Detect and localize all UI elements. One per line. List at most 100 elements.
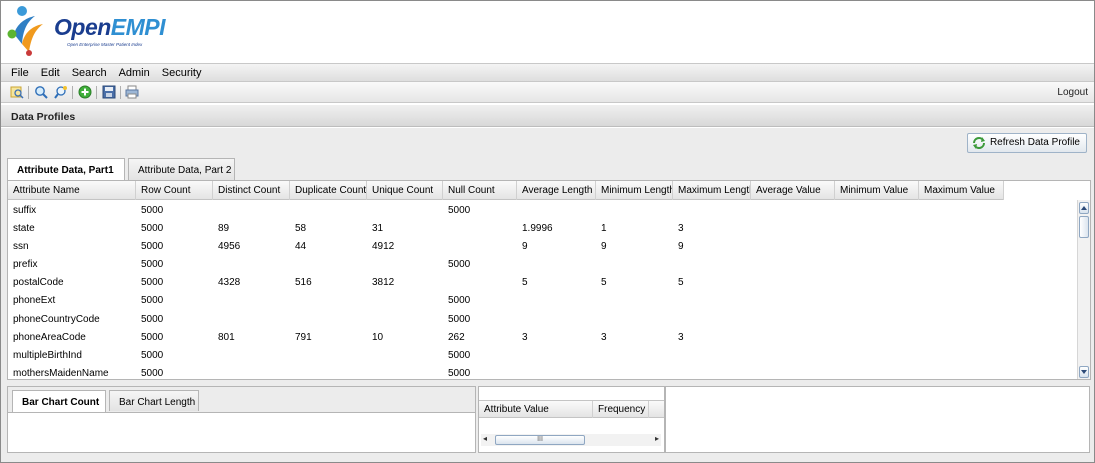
table-cell xyxy=(673,291,751,309)
table-cell xyxy=(835,237,919,255)
data-profiles-panel: Refresh Data Profile Attribute Data, Par… xyxy=(1,128,1094,462)
table-cell: 262 xyxy=(448,331,465,343)
column-header[interactable]: Minimum Length xyxy=(596,181,673,200)
table-cell: 5000 xyxy=(141,223,164,235)
table-cell xyxy=(919,237,1004,255)
logo-wordmark: OpenEMPI xyxy=(54,14,166,41)
table-cell xyxy=(443,273,517,291)
scroll-thumb[interactable]: III xyxy=(495,435,585,445)
menu-file[interactable]: File xyxy=(5,67,35,79)
advanced-search-icon[interactable] xyxy=(54,85,68,99)
scroll-up-button[interactable] xyxy=(1079,202,1089,214)
frequency-table-header: Attribute Value Frequency xyxy=(479,400,664,418)
table-cell xyxy=(290,255,367,273)
column-header[interactable]: Average Length xyxy=(517,181,596,200)
refresh-data-profile-button[interactable]: Refresh Data Profile xyxy=(966,133,1087,153)
menu-admin[interactable]: Admin xyxy=(113,67,156,79)
table-cell: 5000 xyxy=(141,277,164,289)
tab-attribute-data-part1[interactable]: Attribute Data, Part1 xyxy=(7,158,125,181)
table-cell xyxy=(367,364,443,379)
scroll-right-icon[interactable]: ▸ xyxy=(655,434,659,443)
table-cell xyxy=(673,346,751,364)
table-row[interactable]: multipleBirthInd 5000 5000 xyxy=(8,346,1004,364)
tab-attribute-data-part2[interactable]: Attribute Data, Part 2 xyxy=(128,158,235,180)
table-row[interactable]: mothersMaidenName 5000 5000 xyxy=(8,364,1004,379)
table-row[interactable]: suffix 5000 5000 xyxy=(8,201,1004,219)
column-attribute-value[interactable]: Attribute Value xyxy=(479,401,593,418)
column-header[interactable]: Average Value xyxy=(751,181,835,200)
table-cell xyxy=(919,273,1004,291)
column-header[interactable]: Minimum Value xyxy=(835,181,919,200)
column-header[interactable]: Unique Count xyxy=(367,181,443,200)
add-record-icon[interactable] xyxy=(78,85,92,99)
table-cell: 10 xyxy=(372,331,384,343)
table-cell xyxy=(290,291,367,309)
column-header[interactable]: Maximum Length xyxy=(673,181,751,200)
table-cell: 5000 xyxy=(141,259,164,271)
table-cell: 5000 xyxy=(141,295,164,307)
table-cell: 3 xyxy=(522,331,528,343)
scroll-left-icon[interactable]: ◂ xyxy=(483,434,487,443)
table-cell: 9 xyxy=(678,241,684,253)
frequency-table: Attribute Value Frequency ◂ III ▸ xyxy=(478,386,665,453)
logout-link[interactable]: Logout xyxy=(1057,87,1088,98)
tab-bar-chart-length[interactable]: Bar Chart Length xyxy=(109,390,199,411)
table-cell xyxy=(673,255,751,273)
menu-security[interactable]: Security xyxy=(156,67,208,79)
table-cell: 4328 xyxy=(218,277,241,289)
table-cell xyxy=(443,219,517,237)
table-cell: 5000 xyxy=(448,349,471,361)
column-header[interactable]: Attribute Name xyxy=(8,181,136,200)
frequency-horizontal-scrollbar[interactable]: ◂ III ▸ xyxy=(481,434,661,446)
menu-search[interactable]: Search xyxy=(66,67,113,79)
column-header[interactable]: Null Count xyxy=(443,181,517,200)
table-cell xyxy=(751,291,835,309)
table-cell xyxy=(835,201,919,219)
table-cell: 5000 xyxy=(141,205,164,216)
column-header[interactable]: Distinct Count xyxy=(213,181,290,200)
search-record-icon[interactable] xyxy=(10,85,24,99)
logo-empi-text: EMPI xyxy=(110,14,166,40)
table-row[interactable]: state 5000 89 58 31 1.9996 1 3 xyxy=(8,219,1004,237)
table-row[interactable]: ssn 5000 4956 44 4912 9 9 9 xyxy=(8,237,1004,255)
column-header[interactable]: Row Count xyxy=(136,181,213,200)
table-cell xyxy=(835,255,919,273)
table-cell: 5000 xyxy=(141,241,164,253)
scroll-down-button[interactable] xyxy=(1079,366,1089,378)
table-cell xyxy=(367,255,443,273)
column-header[interactable]: Maximum Value xyxy=(919,181,1004,200)
table-cell: 516 xyxy=(295,277,312,289)
save-icon[interactable] xyxy=(102,85,116,99)
column-frequency[interactable]: Frequency xyxy=(593,401,649,418)
table-cell xyxy=(367,201,443,219)
table-cell: ssn xyxy=(13,241,29,253)
table-cell xyxy=(835,346,919,364)
zoom-search-icon[interactable] xyxy=(34,85,48,99)
table-cell: 4956 xyxy=(218,241,241,253)
table-row[interactable]: postalCode 5000 4328 516 3812 5 5 5 xyxy=(8,273,1004,291)
table-cell: phoneAreaCode xyxy=(13,331,86,343)
table-cell: 5000 xyxy=(141,367,164,379)
table-cell xyxy=(290,310,367,328)
table-cell xyxy=(751,273,835,291)
table-row[interactable]: prefix 5000 5000 xyxy=(8,255,1004,273)
table-cell xyxy=(517,364,596,379)
table-cell: 5000 xyxy=(448,367,471,379)
logo-open-text: Open xyxy=(54,14,111,40)
table-cell xyxy=(751,237,835,255)
tab-bar-chart-count[interactable]: Bar Chart Count xyxy=(12,390,106,412)
table-row[interactable]: phoneAreaCode 5000 801 791 10 262 3 3 3 xyxy=(8,328,1004,346)
table-cell: prefix xyxy=(13,259,38,271)
column-header[interactable]: Duplicate Count xyxy=(290,181,367,200)
table-cell: phoneExt xyxy=(13,295,56,307)
table-cell xyxy=(835,310,919,328)
table-cell: 1.9996 xyxy=(522,223,553,235)
menu-edit[interactable]: Edit xyxy=(35,67,66,79)
print-icon[interactable] xyxy=(125,85,139,99)
grid-vertical-scrollbar[interactable] xyxy=(1077,200,1090,379)
table-cell xyxy=(596,291,673,309)
table-cell xyxy=(213,346,290,364)
table-row[interactable]: phoneCountryCode 5000 5000 xyxy=(8,310,1004,328)
table-row[interactable]: phoneExt 5000 5000 xyxy=(8,291,1004,309)
scroll-thumb[interactable] xyxy=(1079,216,1089,238)
